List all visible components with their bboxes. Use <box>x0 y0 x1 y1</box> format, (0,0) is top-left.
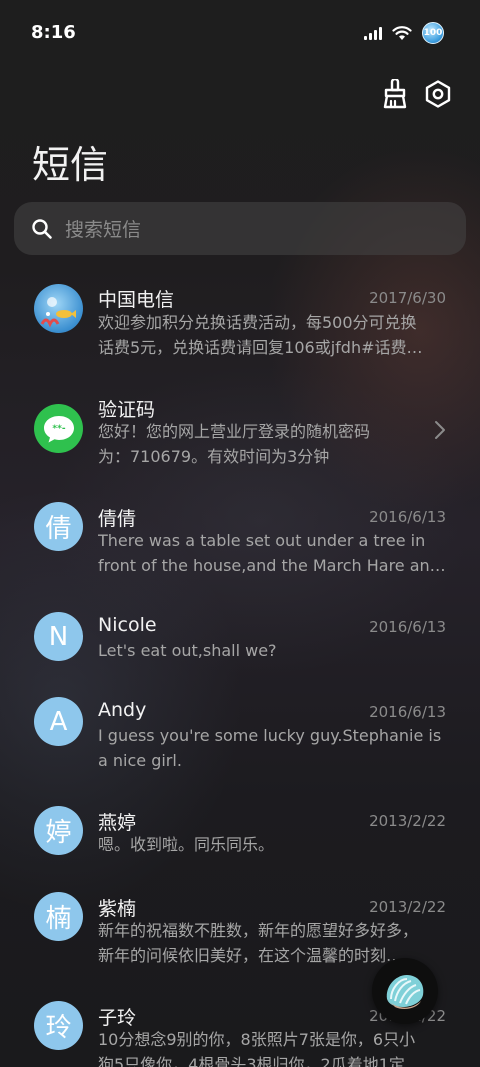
contact-name: 验证码 <box>98 399 156 421</box>
message-preview: There was a table set out under a tree i… <box>98 528 446 578</box>
status-bar: 8:16 100 <box>0 0 480 68</box>
wifi-icon <box>392 26 412 40</box>
preview-line: Let's eat out,shall we? <box>98 641 277 660</box>
preview-line: 嗯。收到啦。同乐同乐。 <box>98 835 275 854</box>
avatar: N <box>34 612 83 661</box>
ocean-avatar-icon <box>40 297 76 328</box>
avatar <box>34 284 83 333</box>
search-placeholder: 搜索短信 <box>65 219 142 241</box>
conversation-item[interactable]: 倩 倩倩 2016/6/13 There was a table set out… <box>0 490 480 595</box>
search-input[interactable]: 搜索短信 <box>14 202 466 255</box>
message-preview: 10分想念9别的你，8张照片7张是你，6只小 狗5只像你，4根骨头3根归你，2瓜… <box>98 1027 446 1067</box>
message-preview: 您好！您的网上营业厅登录的随机密码 为：710679。有效时间为3分钟 <box>98 419 398 469</box>
avatar: 玲 <box>34 1001 83 1050</box>
message-icon: **- <box>43 415 74 442</box>
avatar: 楠 <box>34 892 83 941</box>
conversation-item[interactable]: 婷 燕婷 2013/2/22 嗯。收到啦。同乐同乐。 <box>0 795 480 875</box>
contact-name: 紫楠 <box>98 898 137 920</box>
contact-name: Nicole <box>98 614 157 636</box>
conversation-item[interactable]: 中国电信 2017/6/30 欢迎参加积分兑换话费活动，每500分可兑换 话费5… <box>0 270 480 375</box>
search-icon <box>32 218 52 239</box>
avatar: 倩 <box>34 502 83 551</box>
message-preview: 欢迎参加积分兑换话费活动，每500分可兑换 话费5元，兑换话费请回复106或jf… <box>98 310 446 360</box>
clean-button[interactable] <box>379 78 411 110</box>
avatar: **- <box>34 404 83 453</box>
battery-icon: 100 <box>422 22 444 44</box>
preview-line: 为：710679。有效时间为3分钟 <box>98 447 330 466</box>
preview-line: 新年的祝福数不胜数，新年的愿望好多好多， <box>98 921 419 940</box>
message-preview: 嗯。收到啦。同乐同乐。 <box>98 832 446 857</box>
seashell-icon <box>386 975 424 1009</box>
contact-name: 倩倩 <box>98 508 137 530</box>
conversation-item[interactable]: N Nicole 2016/6/13 Let's eat out,shall w… <box>0 600 480 680</box>
message-date: 2016/6/13 <box>369 618 446 636</box>
preview-line: a nice girl. <box>98 751 182 770</box>
message-date: 2013/2/22 <box>369 898 446 916</box>
contact-name: Andy <box>98 699 147 721</box>
status-icons: 100 <box>364 22 444 44</box>
message-date: 2016/6/13 <box>369 703 446 721</box>
preview-line: 您好！您的网上营业厅登录的随机密码 <box>98 422 371 441</box>
floating-shell-button[interactable] <box>372 958 438 1024</box>
message-date: 2017/6/30 <box>369 289 446 307</box>
conversation-item[interactable]: **- 验证码 您好！您的网上营业厅登录的随机密码 为：710679。有效时间为… <box>0 380 480 485</box>
message-preview: Let's eat out,shall we? <box>98 638 446 663</box>
contact-name: 燕婷 <box>98 812 137 834</box>
preview-line: I guess you're some lucky guy.Stephanie … <box>98 726 442 745</box>
status-time: 8:16 <box>31 22 76 43</box>
contact-name: 中国电信 <box>98 289 175 311</box>
preview-line: front of the house,and the March Hare an… <box>98 556 446 575</box>
page-title: 短信 <box>32 143 109 187</box>
message-date: 2013/2/22 <box>369 812 446 830</box>
avatar: A <box>34 697 83 746</box>
settings-button[interactable] <box>422 78 454 110</box>
chevron-right-icon <box>435 421 445 439</box>
message-date: 2016/6/13 <box>369 508 446 526</box>
preview-line: 10分想念9别的你，8张照片7张是你，6只小 <box>98 1030 416 1049</box>
preview-line: 狗5只像你，4根骨头3根归你，2瓜着地1定 <box>98 1055 405 1067</box>
message-preview: I guess you're some lucky guy.Stephanie … <box>98 723 446 773</box>
preview-line: 话费5元，兑换话费请回复106或jfdh#话费… <box>98 338 423 357</box>
preview-line: There was a table set out under a tree i… <box>98 531 426 550</box>
preview-line: 欢迎参加积分兑换话费活动，每500分可兑换 <box>98 313 417 332</box>
signal-icon <box>364 26 382 40</box>
svg-text:**-: **- <box>52 424 65 434</box>
broom-icon <box>383 79 407 109</box>
settings-icon <box>425 80 451 108</box>
avatar: 婷 <box>34 806 83 855</box>
conversation-item[interactable]: A Andy 2016/6/13 I guess you're some luc… <box>0 685 480 790</box>
contact-name: 子玲 <box>98 1007 137 1029</box>
